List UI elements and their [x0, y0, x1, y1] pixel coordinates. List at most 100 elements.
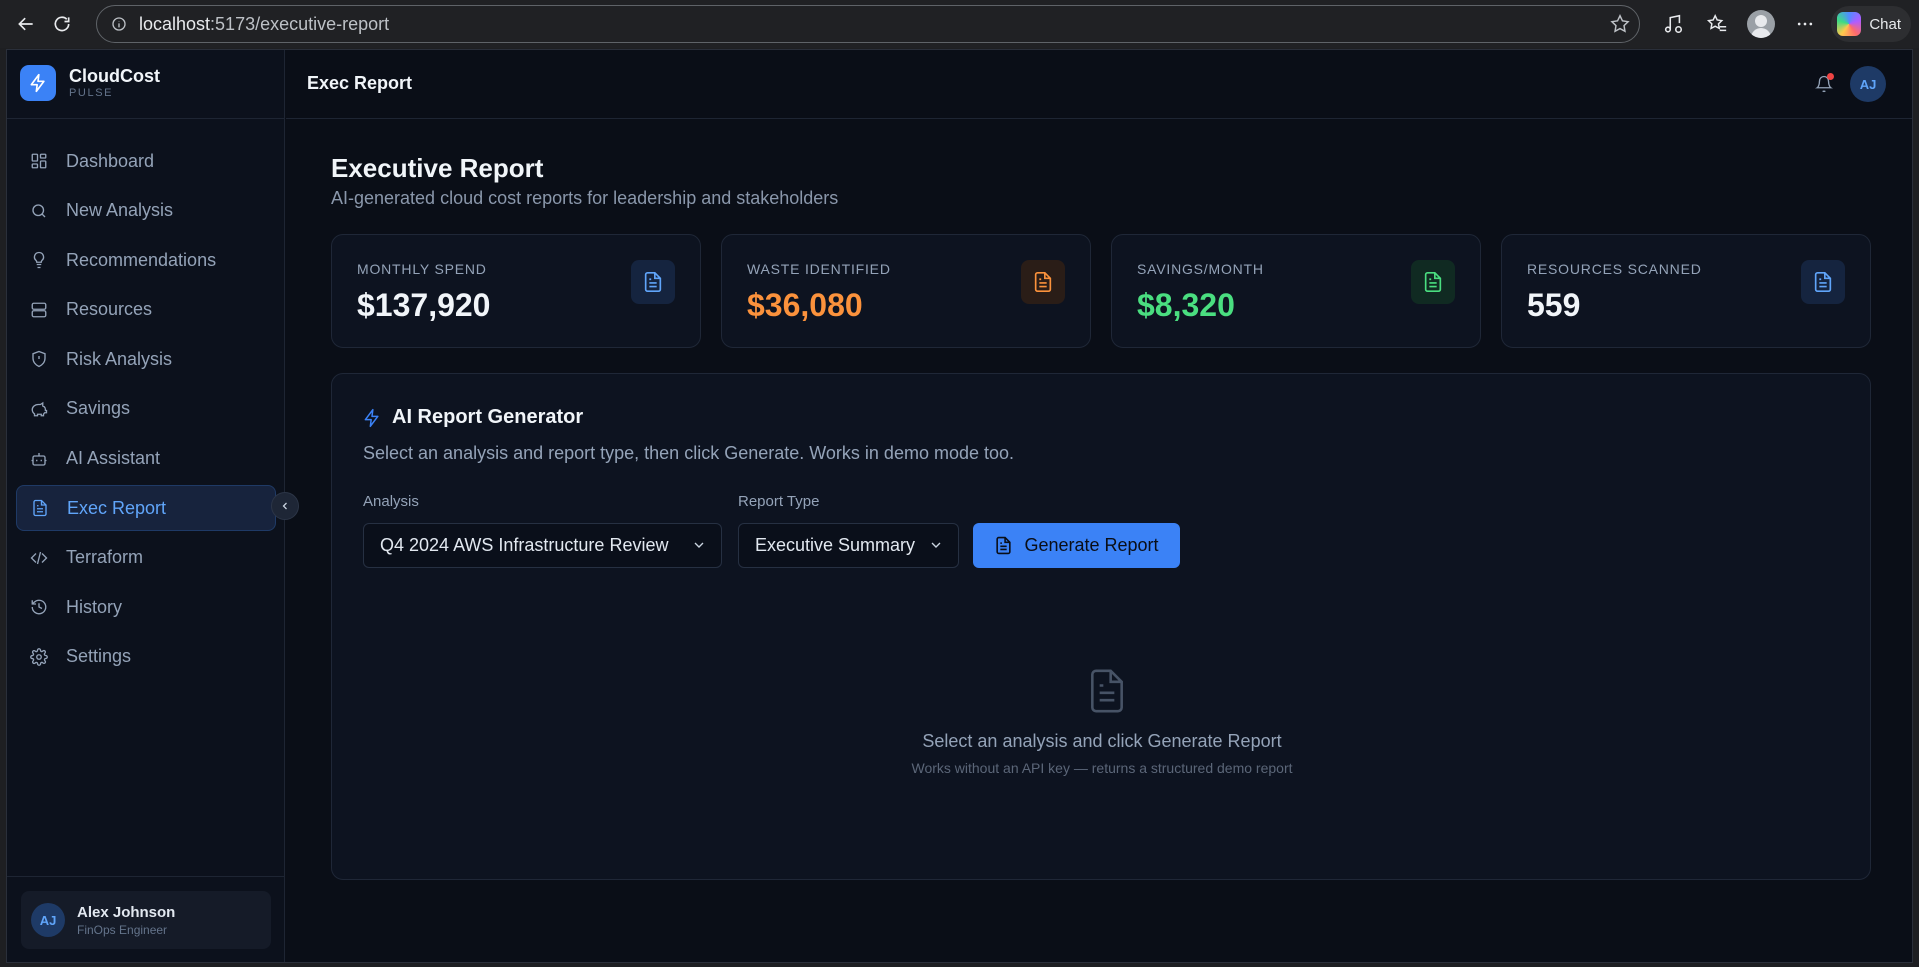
profile-avatar — [1747, 10, 1776, 38]
stat-value: $36,080 — [747, 287, 863, 323]
file-text-icon — [30, 498, 50, 518]
file-text-icon — [1021, 260, 1065, 304]
stat-card-resources-scanned: RESOURCES SCANNED 559 — [1501, 234, 1871, 348]
user-name: Alex Johnson — [77, 903, 176, 921]
profile-button[interactable] — [1739, 4, 1783, 44]
sidebar-item-ai-assistant[interactable]: AI Assistant — [16, 436, 276, 482]
sidebar-item-risk-analysis[interactable]: Risk Analysis — [16, 336, 276, 382]
favorites-icon[interactable] — [1695, 4, 1739, 44]
browser-toolbar: localhost:5173/executive-report Chat — [0, 0, 1919, 48]
page-title: Executive Report — [331, 153, 544, 183]
copilot-chat-button[interactable]: Chat — [1831, 6, 1911, 42]
sidebar-item-label: AI Assistant — [66, 448, 161, 469]
sidebar-item-savings[interactable]: Savings — [16, 386, 276, 432]
divider — [7, 118, 285, 119]
sidebar-item-resources[interactable]: Resources — [16, 287, 276, 333]
bolt-icon — [364, 408, 379, 427]
file-text-icon — [1801, 260, 1845, 304]
sidebar-item-settings[interactable]: Settings — [16, 634, 276, 680]
media-icon[interactable] — [1651, 4, 1695, 44]
back-button[interactable] — [8, 6, 44, 42]
sidebar-nav: Dashboard New Analysis Recommendations R… — [16, 138, 276, 684]
more-menu-icon[interactable] — [1783, 4, 1827, 44]
report-type-select[interactable]: Executive Summary — [738, 523, 959, 568]
bookmark-star-icon[interactable] — [1609, 13, 1631, 40]
user-card[interactable]: AJ Alex Johnson FinOps Engineer — [21, 891, 271, 949]
chevron-down-icon — [694, 542, 704, 548]
sidebar-item-new-analysis[interactable]: New Analysis — [16, 188, 276, 234]
brand[interactable]: CloudCost PULSE — [20, 65, 160, 101]
chevron-left-icon — [282, 502, 287, 510]
stat-label: RESOURCES SCANNED — [1527, 261, 1702, 277]
brand-name: CloudCost — [69, 66, 160, 86]
sidebar-item-label: Savings — [66, 398, 131, 419]
generate-report-button[interactable]: Generate Report — [973, 523, 1180, 568]
file-text-icon — [996, 536, 1012, 555]
bot-icon — [29, 449, 49, 469]
sidebar-item-recommendations[interactable]: Recommendations — [16, 237, 276, 283]
stat-card-monthly-spend: MONTHLY SPEND $137,920 — [331, 234, 701, 348]
bolt-logo-icon — [20, 65, 56, 101]
sidebar-item-exec-report[interactable]: Exec Report — [16, 485, 276, 532]
avatar[interactable]: AJ — [1850, 66, 1886, 102]
history-icon — [29, 597, 49, 617]
sidebar-item-history[interactable]: History — [16, 584, 276, 630]
empty-file-icon — [1085, 666, 1129, 721]
collapse-sidebar-button[interactable] — [271, 492, 299, 520]
analysis-select[interactable]: Q4 2024 AWS Infrastructure Review — [363, 523, 722, 568]
url-text: localhost:5173/executive-report — [139, 13, 390, 34]
empty-state-subtitle: Works without an API key — returns a str… — [911, 760, 1293, 776]
sidebar-item-label: Recommendations — [66, 249, 217, 270]
app-window: CloudCost PULSE Dashboard New Analysis R… — [6, 49, 1913, 963]
gear-icon — [29, 647, 49, 667]
generator-title: AI Report Generator — [392, 406, 584, 428]
stat-card-savings-month: SAVINGS/MONTH $8,320 — [1111, 234, 1481, 348]
chevron-down-icon — [931, 542, 941, 548]
stat-value: 559 — [1527, 287, 1581, 323]
address-bar[interactable]: localhost:5173/executive-report — [96, 5, 1640, 43]
code-icon — [29, 548, 49, 568]
report-type-select-value: Executive Summary — [755, 535, 916, 555]
sidebar-item-dashboard[interactable]: Dashboard — [16, 138, 276, 184]
sidebar-item-label: Settings — [66, 646, 132, 667]
empty-state-title: Select an analysis and click Generate Re… — [922, 731, 1282, 751]
generator-description: Select an analysis and report type, then… — [363, 443, 1015, 463]
main-content: Executive Report AI-generated cloud cost… — [286, 120, 1912, 962]
lightbulb-icon — [29, 250, 49, 270]
analysis-label: Analysis — [363, 493, 419, 510]
stat-value: $137,920 — [357, 287, 491, 323]
sidebar-item-terraform[interactable]: Terraform — [16, 535, 276, 581]
avatar: AJ — [31, 903, 65, 937]
stat-label: MONTHLY SPEND — [357, 261, 487, 277]
sidebar-item-label: Exec Report — [67, 497, 167, 518]
report-generator-card: AI Report Generator Select an analysis a… — [331, 373, 1871, 880]
notifications-button[interactable] — [1812, 72, 1836, 96]
header-title: Exec Report — [307, 73, 413, 93]
generate-report-label: Generate Report — [1024, 535, 1159, 555]
analysis-select-value: Q4 2024 AWS Infrastructure Review — [380, 535, 669, 555]
report-type-label: Report Type — [738, 493, 820, 510]
sidebar-item-label: New Analysis — [66, 200, 174, 221]
stat-label: SAVINGS/MONTH — [1137, 261, 1264, 277]
copilot-icon — [1837, 12, 1862, 36]
file-text-icon — [1411, 260, 1455, 304]
shield-icon — [29, 349, 49, 369]
sidebar-item-label: Dashboard — [66, 150, 155, 171]
stat-label: WASTE IDENTIFIED — [747, 261, 891, 277]
divider — [7, 876, 285, 877]
piggy-bank-icon — [29, 399, 49, 419]
site-info-icon[interactable] — [109, 16, 129, 32]
reload-button[interactable] — [44, 6, 80, 42]
page-subtitle: AI-generated cloud cost reports for lead… — [331, 188, 839, 208]
server-icon — [29, 300, 49, 320]
sidebar-item-label: Risk Analysis — [66, 348, 173, 369]
chat-label: Chat — [1869, 15, 1901, 33]
file-text-icon — [631, 260, 675, 304]
top-header: Exec Report AJ — [286, 50, 1912, 119]
stat-value: $8,320 — [1137, 287, 1235, 323]
stats-row: MONTHLY SPEND $137,920 WASTE IDENTIFIED … — [331, 234, 1871, 348]
brand-subtitle: PULSE — [69, 87, 114, 99]
sidebar-item-label: History — [66, 596, 123, 617]
sidebar-item-label: Terraform — [66, 547, 144, 568]
grid-icon — [29, 151, 49, 171]
